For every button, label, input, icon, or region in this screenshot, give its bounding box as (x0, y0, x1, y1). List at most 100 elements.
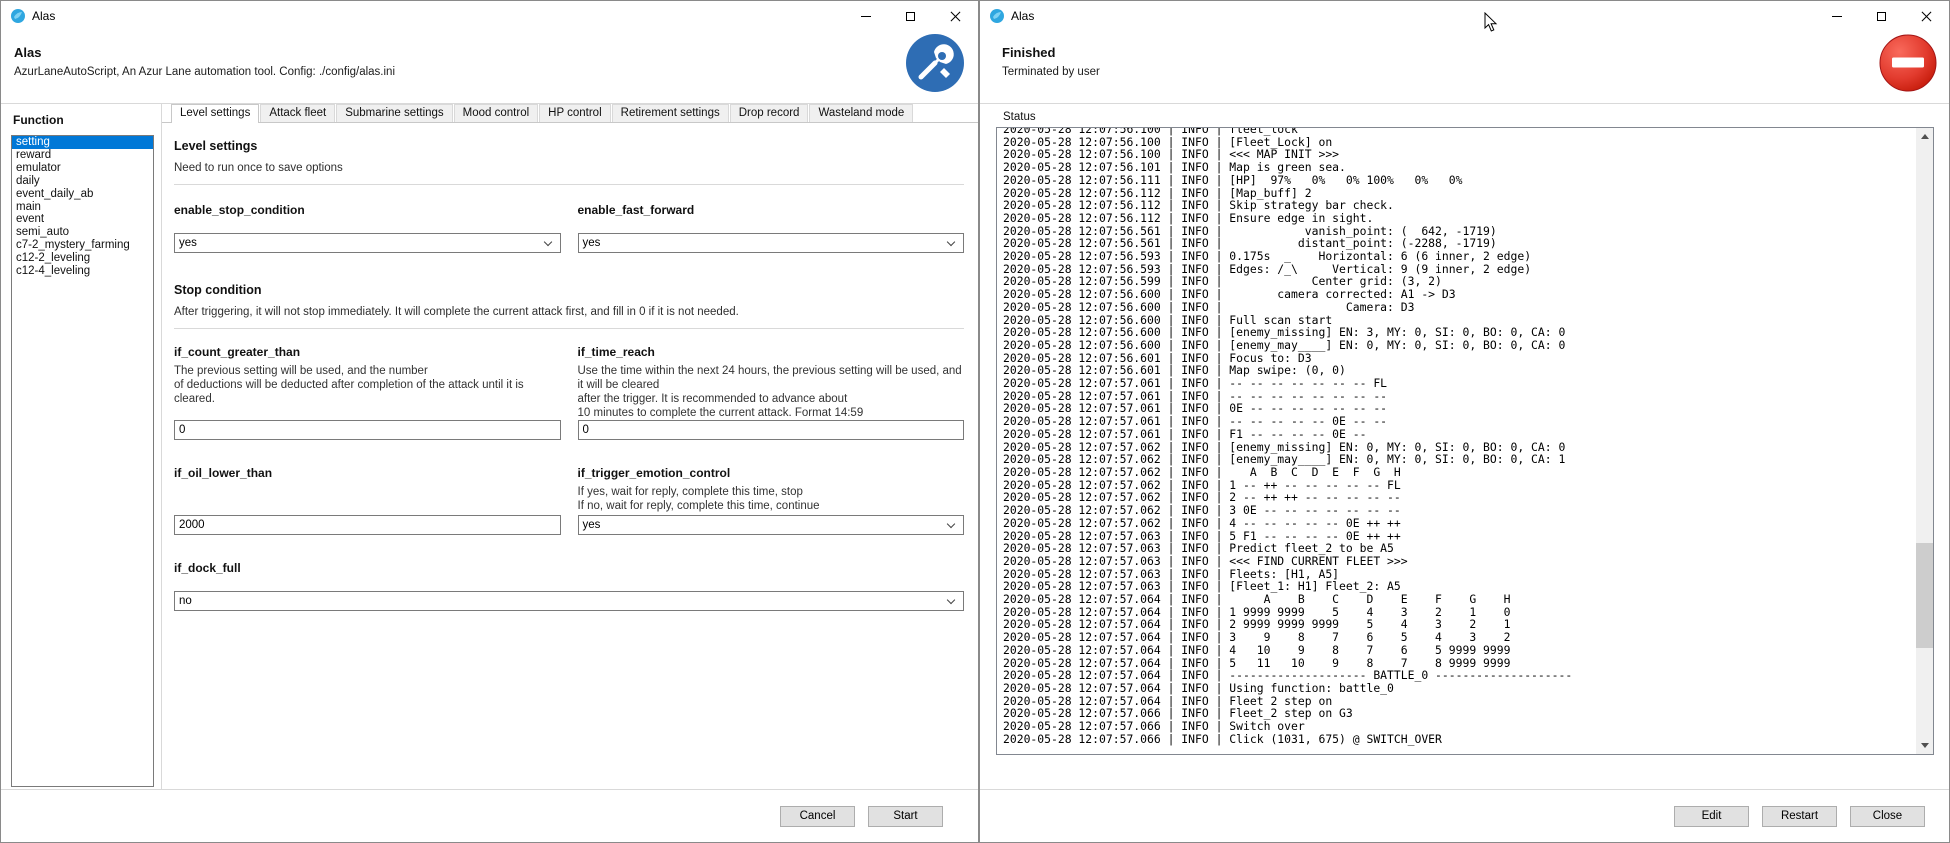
divider (174, 328, 964, 329)
scrollbar-down-button[interactable] (1916, 737, 1933, 754)
log-line: 2020-05-28 12:07:56.600 | INFO | [enemy_… (1003, 339, 1915, 352)
status-group-label: Status (1003, 111, 1949, 123)
level-settings-pane: Level settings Need to run once to save … (162, 123, 978, 611)
if-trigger-emotion-control-select[interactable]: yes (578, 515, 965, 535)
log-line: 2020-05-28 12:07:57.066 | INFO | Click (… (1003, 733, 1915, 746)
log-line: 2020-05-28 12:07:57.062 | INFO | 3 0E --… (1003, 504, 1915, 517)
log-line: 2020-05-28 12:07:57.061 | INFO | F1 -- -… (1003, 428, 1915, 441)
header: Alas AzurLaneAutoScript, An Azur Lane au… (1, 31, 978, 104)
close-button[interactable] (933, 1, 978, 31)
minimize-icon (1832, 16, 1842, 17)
log-line: 2020-05-28 12:07:56.600 | INFO | Camera:… (1003, 301, 1915, 314)
log-line: 2020-05-28 12:07:57.061 | INFO | -- -- -… (1003, 377, 1915, 390)
log-line: 2020-05-28 12:07:56.111 | INFO | [HP] 97… (1003, 174, 1915, 187)
divider (174, 184, 964, 185)
log-line: 2020-05-28 12:07:57.061 | INFO | -- -- -… (1003, 415, 1915, 428)
chevron-down-icon (947, 520, 955, 528)
desc-if-time-reach: Use the time within the next 24 hours, t… (578, 364, 965, 420)
section-heading-stop-condition: Stop condition (174, 283, 964, 297)
function-list-item[interactable]: c12-2_leveling (12, 252, 153, 265)
titlebar[interactable]: Alas (980, 1, 1949, 31)
log-line: 2020-05-28 12:07:56.101 | INFO | Map is … (1003, 161, 1915, 174)
log-scrollbar[interactable] (1916, 128, 1933, 754)
log-lines: 2020-05-28 12:07:56.100 | INFO | fleet_l… (1003, 128, 1915, 745)
log-line: 2020-05-28 12:07:56.593 | INFO | 0.175s … (1003, 250, 1915, 263)
section-heading-level-settings: Level settings (174, 139, 964, 153)
alas-app-icon (989, 8, 1005, 24)
tab[interactable]: Level settings (171, 104, 259, 123)
log-line: 2020-05-28 12:07:57.064 | INFO | A B C D… (1003, 593, 1915, 606)
function-list-item[interactable]: setting (12, 136, 153, 149)
label-if-time-reach: if_time_reach (578, 345, 965, 359)
function-list-item[interactable]: emulator (12, 162, 153, 175)
arrow-up-icon (1921, 130, 1929, 139)
scrollbar-up-button[interactable] (1916, 128, 1933, 145)
maximize-button[interactable] (888, 1, 933, 31)
if-oil-lower-than-input[interactable] (174, 515, 561, 535)
function-list-item[interactable]: reward (12, 149, 153, 162)
function-list-item[interactable]: daily (12, 175, 153, 188)
tab[interactable]: Drop record (730, 104, 809, 122)
settings-body: Function settingrewardemulatordailyevent… (1, 104, 978, 789)
tab[interactable]: Submarine settings (336, 104, 452, 122)
section-note-stop-condition: After triggering, it will not stop immed… (174, 306, 964, 318)
alas-app-icon (10, 8, 26, 24)
tab[interactable]: Retirement settings (612, 104, 729, 122)
cancel-button[interactable]: Cancel (780, 806, 855, 827)
tab[interactable]: Wasteland mode (809, 104, 913, 122)
page-subtitle: AzurLaneAutoScript, An Azur Lane automat… (14, 66, 978, 78)
log-line: 2020-05-28 12:07:57.063 | INFO | <<< FIN… (1003, 555, 1915, 568)
chevron-down-icon (543, 238, 551, 246)
tab[interactable]: Attack fleet (260, 104, 335, 122)
window-alas-settings: Alas Alas AzurLaneAutoScript, An Azur La… (0, 0, 979, 843)
function-list-item[interactable]: c12-4_leveling (12, 265, 153, 278)
edit-button[interactable]: Edit (1674, 806, 1749, 827)
enable-fast-forward-select[interactable]: yes (578, 233, 965, 253)
arrow-down-icon (1921, 743, 1929, 752)
start-button[interactable]: Start (868, 806, 943, 827)
restart-button[interactable]: Restart (1762, 806, 1837, 827)
label-if-dock-full: if_dock_full (174, 561, 964, 575)
label-if-oil-lower-than: if_oil_lower_than (174, 466, 561, 480)
function-list-item[interactable]: semi_auto (12, 226, 153, 239)
enable-stop-condition-select[interactable]: yes (174, 233, 561, 253)
if-dock-full-select[interactable]: no (174, 591, 964, 611)
function-list-item[interactable]: main (12, 201, 153, 214)
window-title: Alas (1011, 9, 1034, 23)
log-line: 2020-05-28 12:07:57.062 | INFO | 4 -- --… (1003, 517, 1915, 530)
close-button[interactable] (1904, 1, 1949, 31)
log-panel[interactable]: 2020-05-28 12:07:56.100 | INFO | fleet_l… (996, 127, 1934, 755)
maximize-button[interactable] (1859, 1, 1904, 31)
close-icon (950, 11, 961, 22)
function-list-item[interactable]: c7-2_mystery_farming (12, 239, 153, 252)
close-action-button[interactable]: Close (1850, 806, 1925, 827)
tab[interactable]: Mood control (454, 104, 538, 122)
if-count-greater-than-input[interactable] (174, 420, 561, 440)
function-list-item[interactable]: event (12, 213, 153, 226)
if-dock-full-value: no (179, 595, 192, 607)
function-list-item[interactable]: event_daily_ab (12, 188, 153, 201)
minimize-button[interactable] (843, 1, 888, 31)
enable-stop-condition-value: yes (179, 237, 197, 249)
desc-spacer (174, 485, 561, 515)
function-list[interactable]: settingrewardemulatordailyevent_daily_ab… (11, 135, 154, 787)
scrollbar-thumb[interactable] (1916, 543, 1933, 648)
log-line: 2020-05-28 12:07:57.064 | INFO | 3 9 8 7… (1003, 631, 1915, 644)
window-alas-log: Alas Finished Terminated by user (979, 0, 1950, 843)
settings-footer: Cancel Start (1, 789, 978, 842)
tools-badge-icon (906, 34, 964, 92)
log-line: 2020-05-28 12:07:57.063 | INFO | Predict… (1003, 542, 1915, 555)
tab[interactable]: HP control (539, 104, 610, 122)
log-line: 2020-05-28 12:07:56.112 | INFO | Ensure … (1003, 212, 1915, 225)
page-title: Alas (14, 45, 978, 60)
tab-bar: Level settingsAttack fleetSubmarine sett… (162, 104, 978, 123)
minimize-icon (861, 16, 871, 17)
status-subtitle: Terminated by user (1002, 66, 1949, 78)
if-trigger-emotion-control-value: yes (583, 519, 601, 531)
log-line: 2020-05-28 12:07:57.064 | INFO | Using f… (1003, 682, 1915, 695)
log-footer: Edit Restart Close (980, 789, 1949, 842)
titlebar[interactable]: Alas (1, 1, 978, 31)
log-line: 2020-05-28 12:07:57.064 | INFO | 4 10 9 … (1003, 644, 1915, 657)
if-time-reach-input[interactable] (578, 420, 965, 440)
minimize-button[interactable] (1814, 1, 1859, 31)
